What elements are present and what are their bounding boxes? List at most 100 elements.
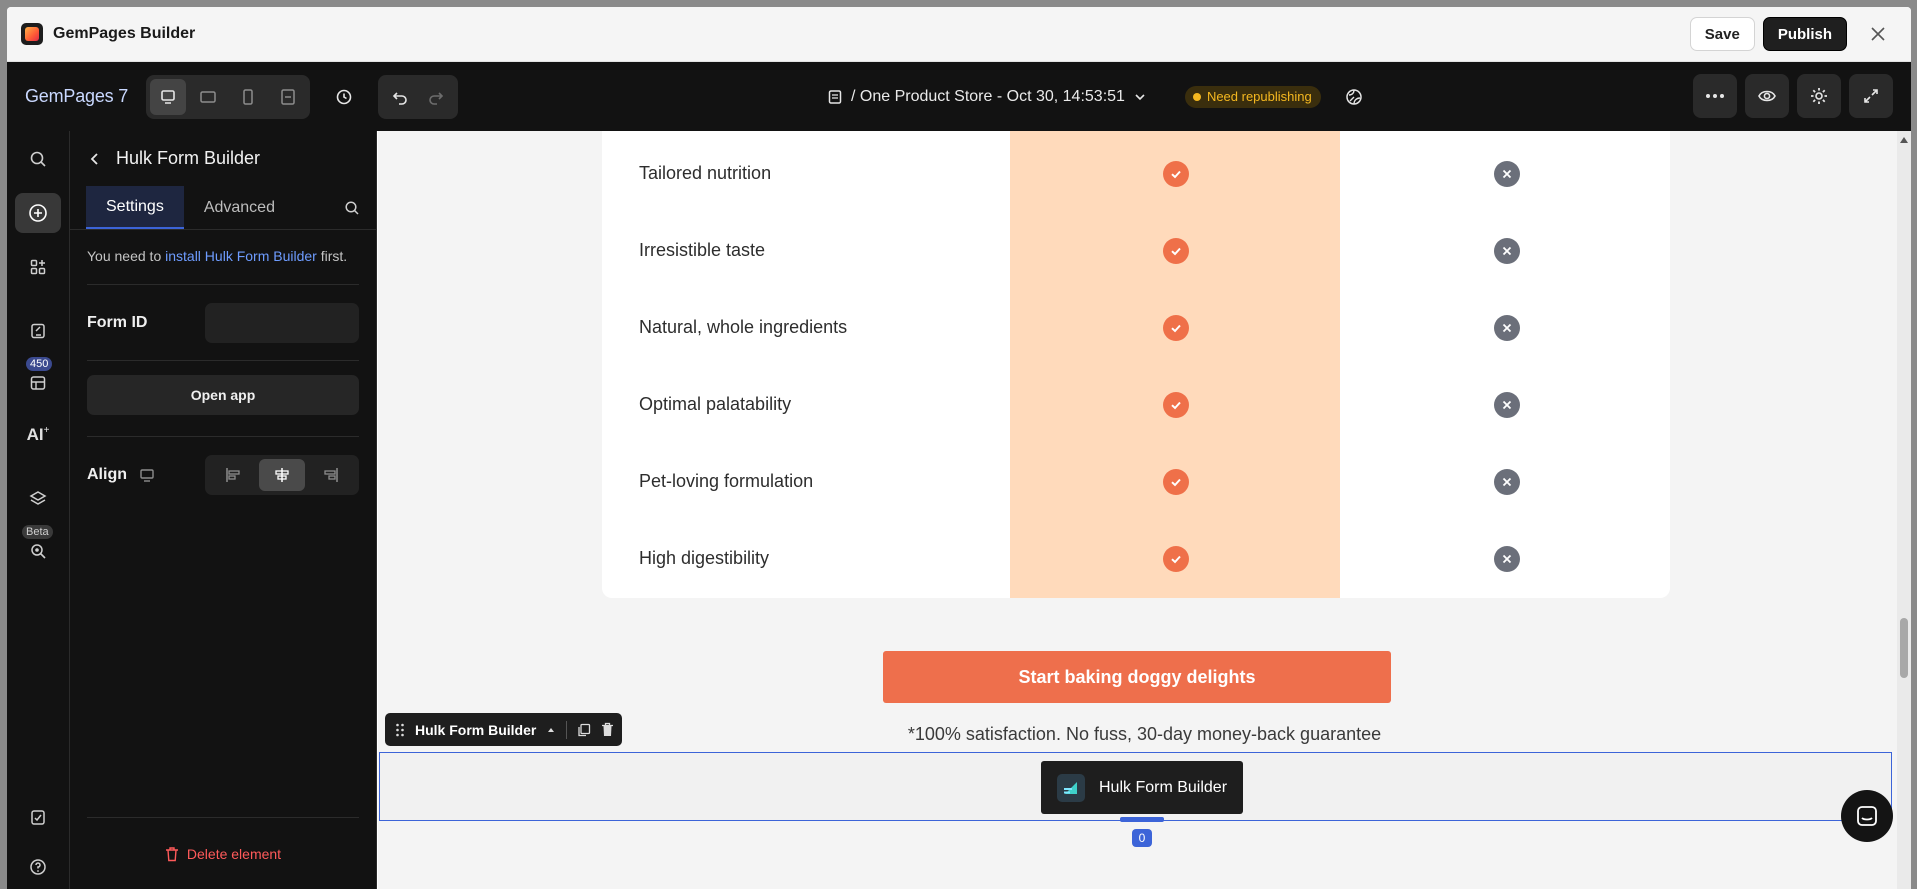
cross-icon [1494, 468, 1520, 495]
title-bar: GemPages Builder Save Publish [7, 7, 1911, 62]
settings-panel: Hulk Form Builder Settings Advanced You … [70, 131, 377, 889]
library-icon[interactable] [15, 363, 61, 403]
check-icon [1163, 468, 1189, 495]
hulk-form-builder-element[interactable]: Hulk Form Builder [1041, 761, 1243, 814]
tab-advanced[interactable]: Advanced [184, 186, 295, 229]
tablet-icon[interactable] [190, 79, 226, 115]
check-icon [1163, 160, 1189, 187]
cross-icon [1494, 237, 1520, 264]
caret-up-icon[interactable] [546, 725, 556, 735]
feature-label: Natural, whole ingredients [639, 317, 848, 337]
app-title: GemPages Builder [53, 25, 196, 42]
install-app-link[interactable]: install Hulk Form Builder [165, 248, 317, 264]
undo-redo-group [378, 74, 459, 119]
duplicate-icon[interactable] [577, 723, 591, 737]
page-title: / One Product Store - Oct 30, 14:53:51 [851, 87, 1125, 105]
feature-label: Pet-loving formulation [639, 471, 814, 491]
scroll-thumb[interactable] [1900, 618, 1908, 678]
feature-label: Tailored nutrition [639, 163, 772, 183]
help-icon[interactable] [15, 847, 61, 887]
desktop-device-icon[interactable] [139, 467, 155, 483]
check-icon [1163, 545, 1189, 572]
cross-icon [1494, 391, 1520, 418]
feature-label: Irresistible taste [639, 240, 766, 260]
gempages-logo-icon [21, 23, 43, 45]
device-switcher [146, 74, 311, 119]
align-label: Align [87, 466, 127, 483]
cta-button[interactable]: Start baking doggy delights [883, 651, 1391, 703]
publish-button[interactable]: Publish [1762, 17, 1847, 51]
cross-icon [1494, 545, 1520, 572]
page-canvas: Tailored nutrition Irresistible taste Natu… [378, 131, 1911, 889]
ai-icon[interactable]: AI + [15, 415, 61, 455]
fullscreen-icon[interactable] [1849, 74, 1893, 118]
left-rail: 450 AI + Beta [7, 131, 70, 889]
element-toolbar: Hulk Form Builder [385, 713, 623, 746]
table-row: Irresistible taste [602, 212, 1670, 289]
table-row: Optimal palatability [602, 366, 1670, 443]
form-id-row: Form ID [87, 285, 359, 361]
align-left-icon[interactable] [210, 459, 256, 491]
delete-element-button[interactable]: Delete element [87, 817, 359, 889]
translate-icon[interactable] [1345, 88, 1363, 106]
comparison-table: Tailored nutrition Irresistible taste Natu… [602, 131, 1670, 598]
desktop-icon[interactable] [150, 78, 187, 115]
drag-handle-icon[interactable] [395, 722, 405, 738]
chat-icon [1857, 806, 1877, 826]
settings-gear-icon[interactable] [1797, 74, 1841, 118]
builder-window: GemPages Builder Save Publish GemPages 7 [7, 7, 1911, 889]
check-icon [1163, 237, 1189, 264]
status-badge: Need republishing [1184, 85, 1321, 108]
page-icon [828, 89, 842, 104]
check-icon [1163, 391, 1189, 418]
align-right-icon[interactable] [308, 459, 354, 491]
brand-label: GemPages 7 [25, 86, 129, 106]
install-notice: You need to install Hulk Form Builder fi… [87, 230, 359, 285]
check-icon [1163, 314, 1189, 341]
chat-support-button[interactable] [1841, 790, 1893, 842]
feature-label: Optimal palatability [639, 394, 792, 414]
open-app-button[interactable]: Open app [87, 375, 359, 415]
scroll-up-icon[interactable] [1900, 137, 1908, 143]
resize-handle[interactable] [1120, 817, 1164, 822]
save-button[interactable]: Save [1689, 17, 1755, 51]
cross-icon [1494, 160, 1520, 187]
form-id-input[interactable] [205, 302, 359, 343]
panel-tabs: Settings Advanced [70, 186, 376, 230]
pages-icon[interactable] [15, 311, 61, 351]
checklist-icon[interactable] [15, 797, 61, 837]
layers-icon[interactable] [15, 479, 61, 519]
more-options-icon[interactable] [1693, 74, 1737, 118]
mobile-icon[interactable] [230, 79, 266, 115]
table-row: Pet-loving formulation [602, 443, 1670, 520]
undo-icon[interactable] [382, 79, 418, 115]
history-icon[interactable] [324, 77, 364, 117]
redo-icon[interactable] [418, 79, 454, 115]
chevron-down-icon [1135, 93, 1145, 100]
selection-count-badge: 0 [1132, 829, 1152, 847]
tab-settings[interactable]: Settings [86, 186, 184, 229]
add-element-icon[interactable] [15, 193, 61, 233]
editor-toolbar: GemPages 7 / One Product Store - Oct 30,… [7, 62, 1911, 131]
back-chevron-icon[interactable] [88, 152, 102, 166]
form-id-label: Form ID [87, 313, 148, 331]
selected-element-label: Hulk Form Builder [415, 721, 537, 738]
feature-label: High digestibility [639, 548, 770, 568]
heatmap-icon[interactable] [15, 531, 61, 571]
canvas-scrollbar[interactable] [1897, 131, 1911, 889]
align-row: Align [87, 437, 359, 513]
align-center-icon[interactable] [258, 459, 305, 491]
preview-eye-icon[interactable] [1745, 74, 1789, 118]
close-icon[interactable] [1863, 19, 1893, 49]
responsive-icon[interactable] [270, 79, 306, 115]
trash-icon[interactable] [601, 722, 614, 737]
apps-icon[interactable] [15, 247, 61, 287]
align-control [205, 455, 359, 495]
search-icon[interactable] [15, 139, 61, 179]
table-row: Natural, whole ingredients [602, 289, 1670, 366]
hulk-app-icon [1057, 773, 1085, 802]
search-icon[interactable] [344, 186, 360, 229]
table-row: Tailored nutrition [602, 135, 1670, 212]
page-selector[interactable]: / One Product Store - Oct 30, 14:53:51 N… [827, 62, 1363, 131]
table-row: High digestibility [602, 520, 1670, 597]
